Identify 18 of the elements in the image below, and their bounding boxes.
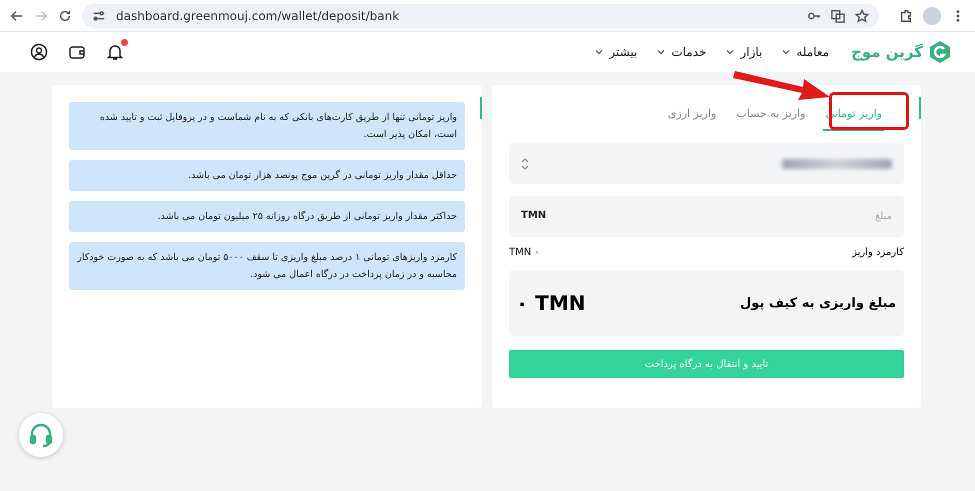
menu-item[interactable]: خدمات	[657, 45, 706, 59]
logo-text: گرین موج	[851, 43, 923, 61]
tab[interactable]: واریز به حساب	[734, 97, 808, 131]
url-text: dashboard.greenmouj.com/wallet/deposit/bank	[116, 8, 400, 22]
summary-value: ۰ TMN	[516, 291, 586, 315]
info-note: حداکثر مقدار واریز تومانی از طریق درگاه روزانه ۲۵ میلیون تومان می باشد.	[69, 201, 465, 232]
fee-value: ۰ TMN	[509, 247, 540, 258]
info-note: واریز تومانی تنها از طریق کارت‌های بانکی که به نام شماست و در پروفایل ثبت و تایید شده است، امکان پذیر است.	[69, 102, 465, 150]
tab[interactable]: واریز ارزی	[666, 97, 718, 131]
info-note: کارمزد واریزهای تومانی ۱ درصد مبلغ واریزی تا سقف ۵۰۰۰ تومان می باشد که به صورت خودکار محاسبه و در زمان پرداخت در درگاه اعمال می شود.	[69, 242, 465, 290]
menu-item[interactable]: بازار	[726, 45, 762, 59]
address-bar[interactable]: dashboard.greenmouj.com/wallet/deposit/bank	[82, 4, 879, 28]
menu-item[interactable]: معامله	[782, 45, 830, 59]
currency-unit: TMN	[521, 210, 546, 221]
summary-label: مبلغ واریزی به کیف پول	[740, 296, 896, 310]
info-note: حداقل مقدار واریز تومانی در گرین موج پونصد هزار تومان می باشد.	[69, 160, 465, 191]
menu-item[interactable]: بیشتر	[595, 45, 638, 59]
fee-label: کارمزد واریز	[852, 247, 904, 258]
